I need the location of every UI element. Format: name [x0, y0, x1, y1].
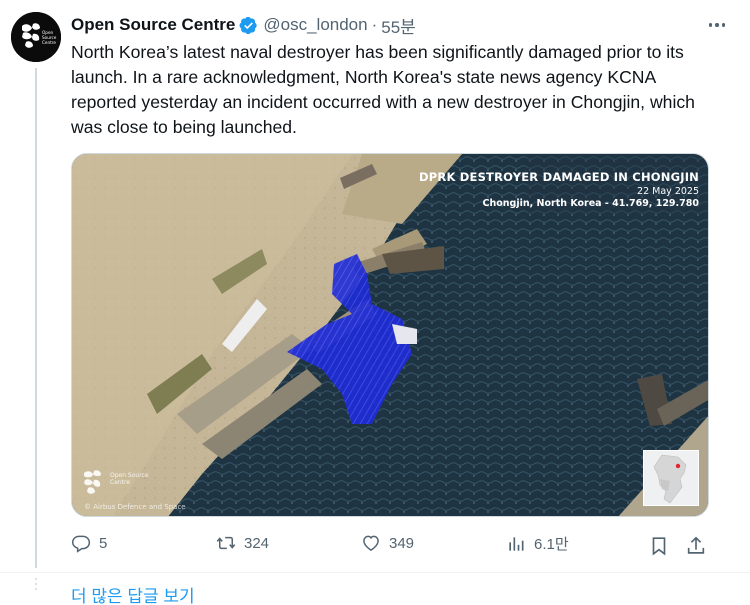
handle[interactable]: @osc_london [263, 15, 367, 35]
reply-icon [71, 535, 91, 553]
like-button[interactable]: 349 [361, 533, 414, 553]
thread-dots [34, 578, 38, 593]
repost-icon [216, 536, 236, 550]
overlay-date: 22 May 2025 [637, 186, 699, 197]
repost-button[interactable]: 324 [216, 533, 269, 553]
tweet-media-image[interactable]: DPRK DESTROYER DAMAGED IN CHONGJIN 22 Ma… [71, 153, 709, 517]
views-button[interactable]: 6.1만 [506, 533, 569, 554]
like-count: 349 [389, 534, 415, 552]
separator: · [371, 15, 378, 34]
inset-locator-map [643, 450, 699, 506]
display-name[interactable]: Open Source Centre [71, 15, 235, 35]
image-credit: © Airbus Defence and Space [84, 503, 186, 511]
reply-button[interactable]: 5 [71, 533, 107, 553]
watermark-brand: Open Source Centre [110, 472, 149, 486]
more-icon[interactable] [706, 16, 728, 34]
heart-icon [363, 535, 379, 551]
overlay-title: DPRK DESTROYER DAMAGED IN CHONGJIN [419, 170, 699, 184]
bookmark-icon[interactable] [648, 535, 670, 557]
divider [0, 572, 750, 573]
views-icon [509, 536, 524, 551]
timestamp[interactable]: 55분 [381, 13, 416, 38]
tweet-text: North Korea’s latest naval destroyer has… [71, 42, 695, 137]
reply-count: 5 [99, 534, 108, 552]
avatar[interactable]: Open Source Centre [11, 12, 61, 62]
svg-text:Centre: Centre [42, 40, 56, 45]
osc-logo-icon: Open Source Centre [11, 12, 61, 62]
thread-line [35, 68, 37, 568]
share-icon[interactable] [685, 535, 707, 557]
overlay-location: Chongjin, North Korea - 41.769, 129.780 [482, 198, 699, 209]
tweet-header: Open Source Centre @osc_london · 55분 [71, 13, 730, 38]
repost-count: 324 [244, 534, 270, 552]
image-overlay: DPRK DESTROYER DAMAGED IN CHONGJIN 22 Ma… [419, 170, 699, 209]
action-bar: 5 324 349 6.1만 [71, 533, 721, 559]
views-count: 6.1만 [534, 536, 569, 553]
show-more-replies-link[interactable]: 더 많은 답글 보기 [71, 582, 195, 605]
verified-badge-icon [239, 16, 258, 34]
location-marker-icon [675, 463, 681, 469]
